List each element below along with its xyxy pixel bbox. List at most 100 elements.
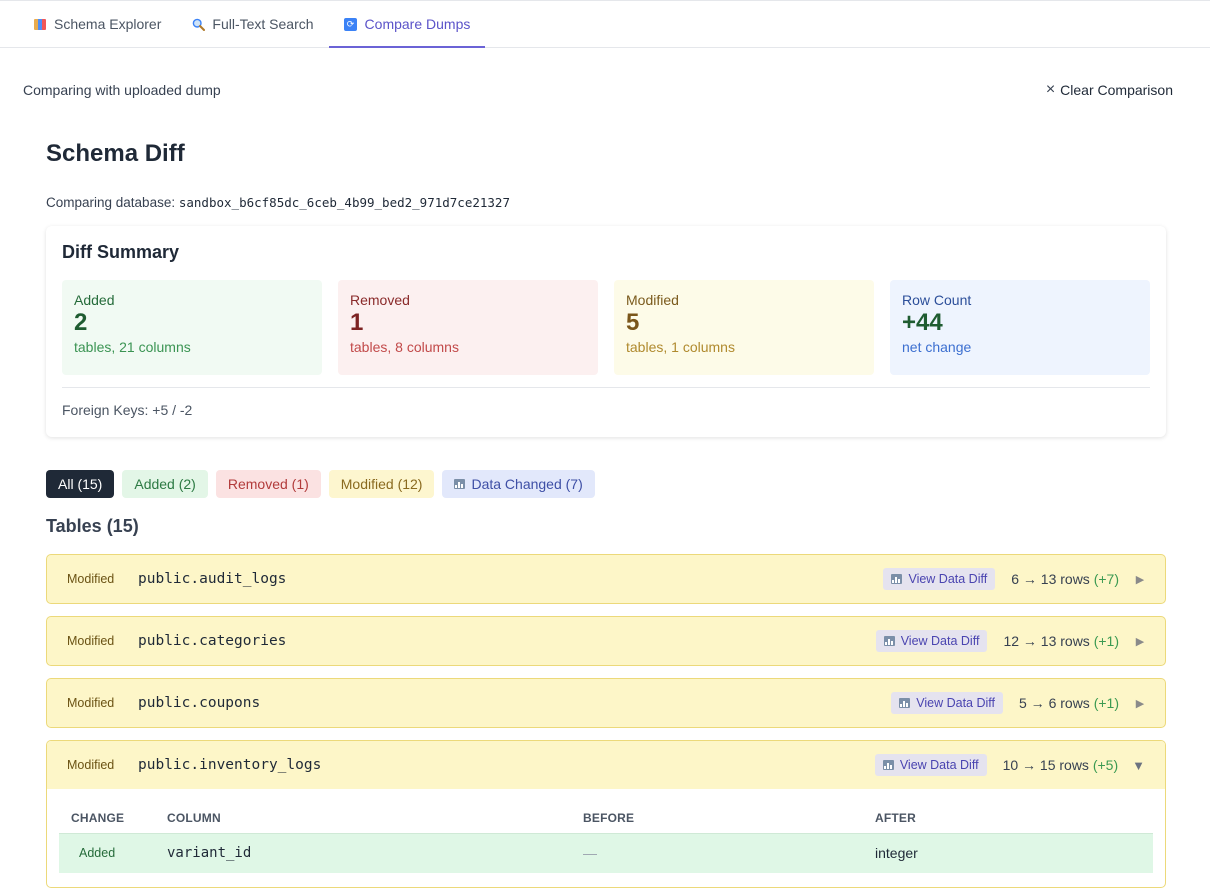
column-header: BEFORE <box>583 810 635 825</box>
summary-stats: Added 2 tables, 21 columns Removed 1 tab… <box>62 280 1150 375</box>
table-row[interactable]: Modified public.coupons View Data Diff 5… <box>46 678 1166 728</box>
view-data-diff-label: View Data Diff <box>916 696 995 710</box>
stat-label: Row Count <box>902 292 972 308</box>
row-count-text: 5 → 6 rows <box>1019 695 1090 711</box>
row-count-change: 5 → 6 rows (+1) <box>1019 695 1119 711</box>
table-name: public.categories <box>138 633 287 649</box>
table-row-header[interactable]: Modified public.inventory_logs View Data… <box>47 741 1165 789</box>
filter-data-changed-label: Data Changed (7) <box>471 476 583 492</box>
change-type: Added <box>59 832 155 873</box>
page-subtitle: Comparing database: sandbox_b6cf85dc_6ce… <box>46 195 1166 210</box>
expand-icon[interactable]: ▶ <box>1135 697 1145 710</box>
chart-icon <box>891 574 903 584</box>
column-diff-row: Added variant_id — integer <box>59 832 1153 873</box>
diff-summary-title: Diff Summary <box>62 242 180 262</box>
chart-icon <box>882 760 894 770</box>
view-data-diff-label: View Data Diff <box>908 572 988 586</box>
view-data-diff-button[interactable]: View Data Diff <box>883 568 996 590</box>
filter-all[interactable]: All (15) <box>46 470 115 498</box>
filter-modified[interactable]: Modified (12) <box>328 470 435 498</box>
stat-detail: tables, 21 columns <box>74 339 191 355</box>
table-name: public.audit_logs <box>138 571 287 587</box>
expand-icon[interactable]: ▶ <box>1135 635 1145 648</box>
before-value: — <box>571 832 863 873</box>
table-name: public.coupons <box>138 695 261 711</box>
stat-value: 5 <box>626 309 640 336</box>
tab-label: Full-Text Search <box>212 16 314 32</box>
tab-label: Compare Dumps <box>364 16 471 32</box>
expand-icon[interactable]: ▶ <box>1135 573 1145 586</box>
view-data-diff-button[interactable]: View Data Diff <box>891 692 1003 714</box>
view-data-diff-label: View Data Diff <box>900 634 980 648</box>
after-value: integer <box>863 832 1153 873</box>
row-count-delta: (+5) <box>1092 757 1119 773</box>
close-icon: × <box>1045 81 1056 98</box>
filter-added[interactable]: Added (2) <box>122 470 208 498</box>
stat-label: Modified <box>626 292 679 308</box>
foreign-keys-summary: Foreign Keys: +5 / -2 <box>62 387 1150 418</box>
comparison-bar: Comparing with uploaded dump × Clear Com… <box>23 80 1173 100</box>
search-icon <box>191 17 205 31</box>
table-name: public.inventory_logs <box>138 757 322 773</box>
column-header: CHANGE <box>71 810 125 825</box>
row-count-change: 10 → 15 rows (+5) <box>1003 757 1119 773</box>
stat-detail: net change <box>902 339 972 355</box>
tab-schema-explorer[interactable]: Schema Explorer <box>18 1 176 47</box>
comparison-status: Comparing with uploaded dump <box>23 82 221 98</box>
stat-row-count: Row Count +44 net change <box>890 280 1150 375</box>
chart-icon <box>883 636 895 646</box>
row-count-delta: (+1) <box>1093 633 1119 649</box>
table-status: Modified <box>67 634 115 648</box>
stat-modified: Modified 5 tables, 1 columns <box>614 280 874 375</box>
filter-data-changed[interactable]: Data Changed (7) <box>442 470 595 498</box>
stat-value: +44 <box>902 309 943 336</box>
row-count-change: 12 → 13 rows (+1) <box>1003 633 1119 649</box>
diff-summary-card: Diff Summary Added 2 tables, 21 columns … <box>46 226 1166 437</box>
row-count-change: 6 → 13 rows (+7) <box>1011 571 1119 587</box>
table-row[interactable]: Modified public.categories View Data Dif… <box>46 616 1166 666</box>
chart-icon <box>33 17 47 31</box>
table-row-expanded: Modified public.inventory_logs View Data… <box>46 740 1166 888</box>
stat-label: Added <box>74 292 115 308</box>
stat-detail: tables, 8 columns <box>350 339 459 355</box>
column-diff-header-row: CHANGE COLUMN BEFORE AFTER <box>59 803 1153 833</box>
stat-label: Removed <box>350 292 410 308</box>
main-content: Schema Diff Comparing database: sandbox_… <box>46 140 1166 437</box>
table-status: Modified <box>67 696 115 710</box>
view-data-diff-button[interactable]: View Data Diff <box>875 630 988 652</box>
stat-removed: Removed 1 tables, 8 columns <box>338 280 598 375</box>
view-data-diff-label: View Data Diff <box>899 758 979 772</box>
column-name: variant_id <box>155 832 571 873</box>
clear-comparison-label: Clear Comparison <box>1060 82 1173 98</box>
column-diff-table: CHANGE COLUMN BEFORE AFTER Added variant… <box>59 803 1153 873</box>
page-title: Schema Diff <box>46 140 185 167</box>
row-count-text: 12 → 13 rows <box>1003 633 1090 649</box>
row-count-text: 10 → 15 rows <box>1002 757 1089 773</box>
table-status: Modified <box>67 572 115 586</box>
collapse-icon[interactable]: ▼ <box>1132 758 1145 773</box>
column-header: AFTER <box>875 810 916 825</box>
tables-title: Tables (15) <box>46 516 139 536</box>
database-name: sandbox_b6cf85dc_6ceb_4b99_bed2_971d7ce2… <box>178 195 510 210</box>
clear-comparison-button[interactable]: × Clear Comparison <box>1045 81 1173 99</box>
filter-chips: All (15) Added (2) Removed (1) Modified … <box>46 470 595 498</box>
row-count-delta: (+1) <box>1093 695 1119 711</box>
subtitle-prefix: Comparing database: <box>46 195 176 210</box>
filter-removed[interactable]: Removed (1) <box>215 470 321 498</box>
tab-full-text-search[interactable]: Full-Text Search <box>176 1 328 47</box>
chart-icon <box>454 479 466 489</box>
column-header: COLUMN <box>167 810 221 825</box>
tab-compare-dumps[interactable]: ⟳ Compare Dumps <box>328 1 486 48</box>
view-data-diff-button[interactable]: View Data Diff <box>874 754 987 776</box>
table-status: Modified <box>67 758 115 772</box>
chart-icon <box>899 698 911 708</box>
table-row[interactable]: Modified public.audit_logs View Data Dif… <box>46 554 1166 604</box>
tab-bar: Schema Explorer Full-Text Search ⟳ Compa… <box>0 0 1210 48</box>
stat-value: 1 <box>350 309 364 336</box>
row-count-text: 6 → 13 rows <box>1011 571 1090 587</box>
stat-value: 2 <box>74 309 88 336</box>
row-count-delta: (+7) <box>1093 571 1119 587</box>
sync-icon: ⟳ <box>344 17 358 31</box>
tab-label: Schema Explorer <box>54 16 162 32</box>
stat-added: Added 2 tables, 21 columns <box>62 280 322 375</box>
